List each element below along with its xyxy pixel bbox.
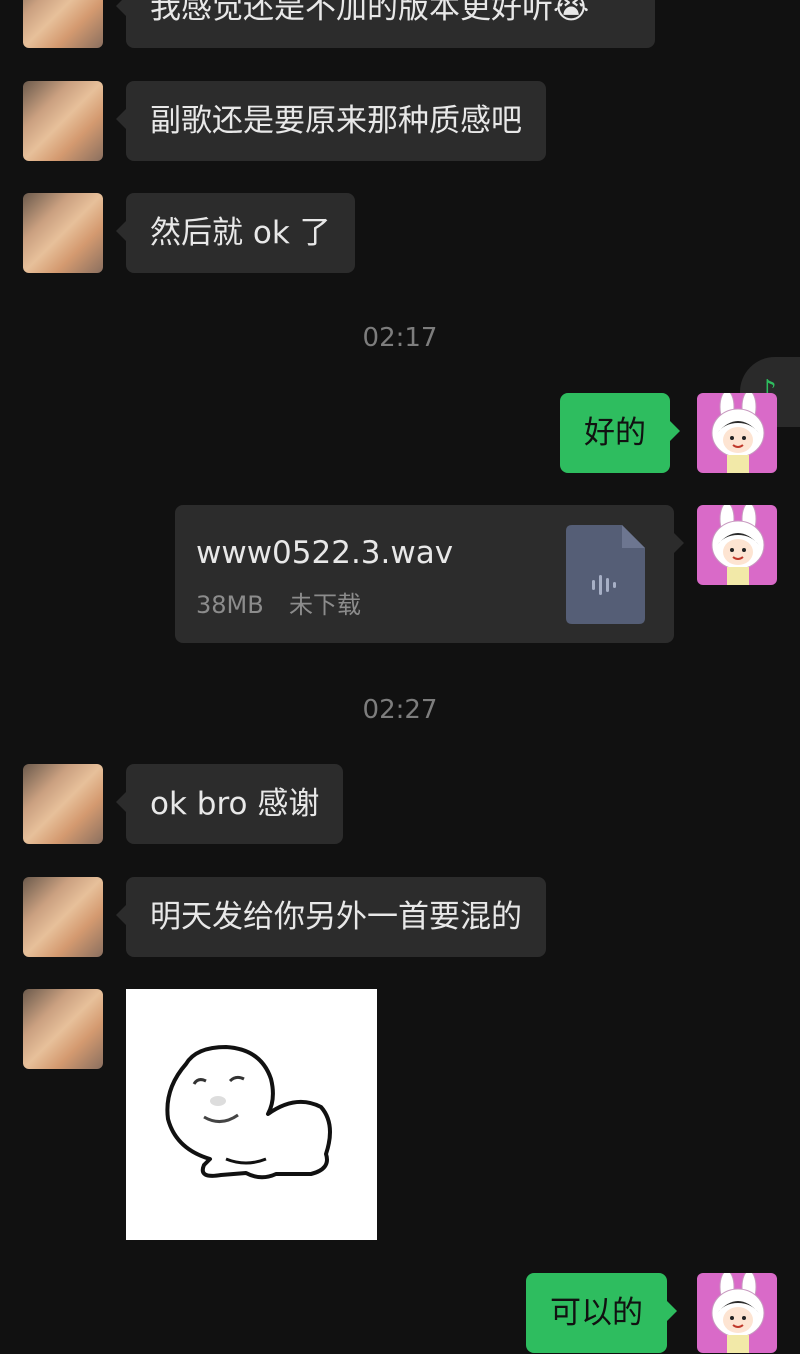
timestamp: 02:17 bbox=[362, 323, 438, 353]
sticker-message[interactable] bbox=[126, 989, 377, 1240]
girl-character-icon bbox=[697, 393, 777, 473]
file-message[interactable]: www0522.3.wav 38MB 未下载 bbox=[175, 505, 684, 643]
contact-avatar[interactable] bbox=[23, 989, 103, 1069]
timestamp: 02:27 bbox=[362, 695, 438, 725]
message-bubble[interactable]: ok bro 感谢 bbox=[115, 764, 344, 844]
my-avatar[interactable] bbox=[697, 393, 777, 473]
girl-character-icon bbox=[697, 1273, 777, 1353]
contact-avatar[interactable] bbox=[23, 81, 103, 161]
my-avatar[interactable] bbox=[697, 1273, 777, 1353]
message-bubble[interactable]: 明天发给你另外一首要混的 bbox=[116, 877, 546, 957]
audio-file-icon bbox=[566, 525, 645, 624]
message-bubble-outgoing[interactable]: 可以的 bbox=[526, 1273, 677, 1353]
meme-blob-sticker-icon bbox=[165, 1045, 332, 1180]
contact-avatar[interactable] bbox=[23, 0, 103, 48]
message-bubble[interactable]: 然后就 ok 了 bbox=[116, 193, 355, 273]
message-text: 好的 bbox=[584, 415, 646, 451]
file-size: 38MB bbox=[196, 591, 264, 619]
contact-avatar[interactable] bbox=[23, 764, 103, 844]
message-text: 然后就 ok 了 bbox=[150, 215, 331, 251]
file-status: 未下载 bbox=[289, 591, 361, 619]
file-name: www0522.3.wav bbox=[196, 535, 454, 571]
file-meta: 38MB 未下载 bbox=[196, 585, 361, 620]
message-text: 副歌还是要原来那种质感吧 bbox=[150, 103, 522, 139]
message-text: ok bro 感谢 bbox=[150, 786, 320, 822]
message-bubble-outgoing[interactable]: 好的 bbox=[560, 393, 680, 473]
my-avatar[interactable] bbox=[697, 505, 777, 585]
contact-avatar[interactable] bbox=[23, 877, 103, 957]
contact-avatar[interactable] bbox=[23, 193, 103, 273]
message-bubble[interactable]: 我感觉还是不加的版本更好听😭 bbox=[116, 0, 655, 48]
message-bubble[interactable]: 副歌还是要原来那种质感吧 bbox=[116, 81, 546, 161]
message-text: 可以的 bbox=[550, 1295, 643, 1331]
message-text: 明天发给你另外一首要混的 bbox=[150, 899, 522, 935]
girl-character-icon bbox=[697, 505, 777, 585]
message-text: 我感觉还是不加的版本更好听😭 bbox=[150, 0, 590, 26]
